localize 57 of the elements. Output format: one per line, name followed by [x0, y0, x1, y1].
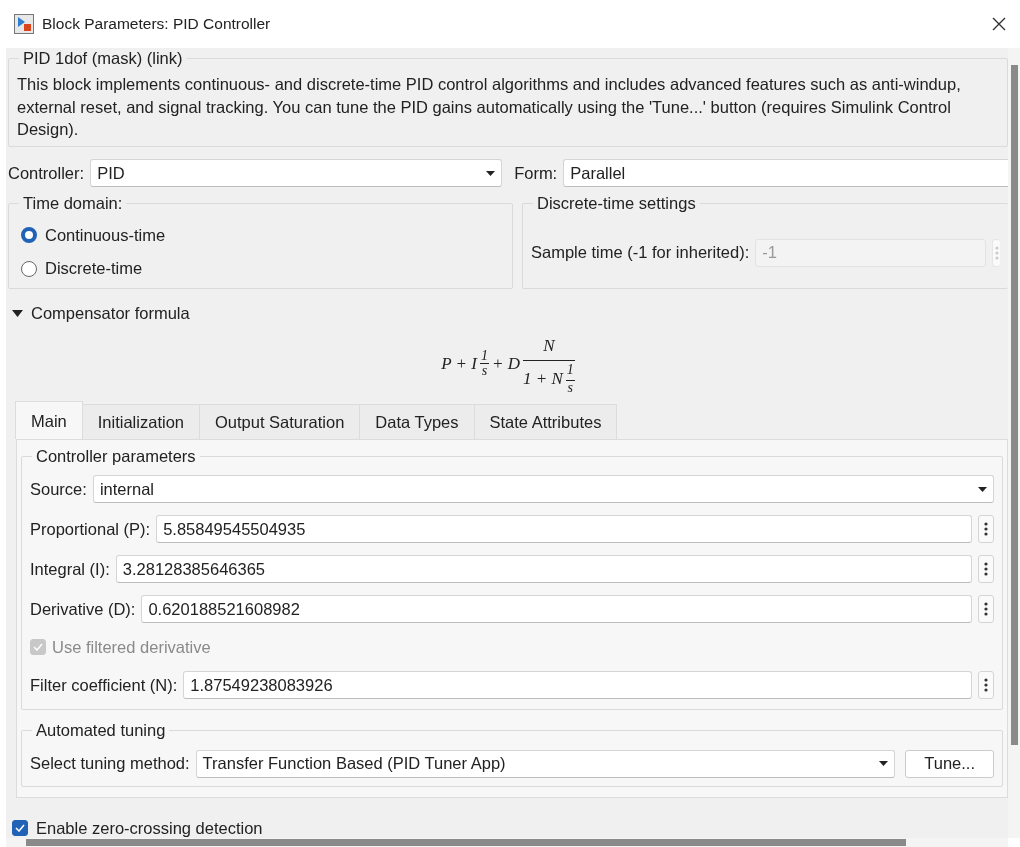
vertical-scrollbar[interactable]	[1008, 48, 1020, 838]
checkbox-label: Enable zero-crossing detection	[36, 817, 263, 839]
input-field[interactable]: 1.87549238083926	[183, 671, 972, 700]
radio-label: Discrete-time	[45, 258, 143, 280]
field-label: Derivative (D):	[30, 598, 136, 620]
field-label: Proportional (P):	[30, 518, 151, 540]
more-icon	[984, 562, 988, 577]
checkbox[interactable]	[12, 820, 28, 836]
source-dropdown[interactable]: internal	[92, 475, 994, 504]
more-icon	[984, 678, 988, 693]
caret-icon	[486, 170, 496, 176]
close-icon[interactable]	[992, 17, 1006, 31]
field-label: Form:	[514, 162, 558, 184]
field-label: Sample time (-1 for inherited):	[531, 242, 750, 264]
group-title: Time domain:	[22, 193, 124, 215]
radio-label: Continuous-time	[45, 224, 166, 246]
more-icon	[994, 245, 999, 260]
description: This block implements continuous- and discrete-time PID control algorithms and includes advanced features such as anti-windup, external reset, and signal tracking. You can tune the PID gains automatically using the 'Tune...' button (requires Simulink Control Design).	[17, 74, 962, 140]
mask-title: PID 1dof (mask) (link)	[22, 48, 184, 69]
caret-icon	[978, 486, 987, 492]
more-button[interactable]	[978, 671, 994, 700]
input-field[interactable]: 3.28128385646365	[115, 555, 972, 584]
app-icon	[14, 14, 34, 34]
form-field[interactable]: Parallel	[563, 159, 1008, 188]
group-title: Automated tuning	[35, 720, 167, 742]
group-title: Controller parameters	[35, 445, 197, 467]
tab[interactable]: Initialization	[81, 404, 200, 439]
caret-icon[interactable]	[12, 310, 23, 318]
more-button[interactable]	[978, 515, 994, 544]
tune-button[interactable]: Tune...	[905, 749, 994, 778]
radio-button[interactable]	[21, 227, 37, 244]
tuning-method-dropdown[interactable]: Transfer Function Based (PID Tuner App)	[195, 749, 896, 778]
checkbox-label: Use filtered derivative	[52, 636, 211, 658]
tab[interactable]: Data Types	[359, 404, 475, 439]
field-label: Filter coefficient (N):	[30, 674, 178, 696]
caret-icon	[879, 761, 889, 767]
field-label: Integral (I):	[30, 558, 110, 580]
checkmark-icon	[33, 643, 43, 652]
section-toggle[interactable]: Compensator formula	[31, 301, 190, 326]
more-button[interactable]	[978, 595, 994, 624]
tab[interactable]: State Attributes	[473, 404, 618, 439]
radio-button[interactable]	[21, 260, 37, 277]
tab[interactable]: Output Saturation	[199, 404, 361, 439]
controller-dropdown[interactable]: PID	[90, 159, 503, 188]
field-label: Controller:	[8, 162, 85, 184]
field-label: Select tuning method:	[30, 753, 190, 775]
input-field[interactable]: 5.85849545504935	[156, 515, 972, 544]
input-field[interactable]: 0.620188521608982	[141, 595, 972, 624]
tab[interactable]: Main	[15, 401, 83, 439]
more-icon	[984, 602, 988, 617]
more-button[interactable]	[978, 555, 994, 584]
field-label: Source:	[30, 478, 87, 500]
group-title: Discrete-time settings	[536, 193, 697, 215]
more-icon	[984, 522, 988, 537]
checkmark-icon	[15, 824, 25, 832]
horizontal-scrollbar[interactable]	[6, 838, 1008, 847]
window-title: Block Parameters: PID Controller	[42, 14, 271, 35]
